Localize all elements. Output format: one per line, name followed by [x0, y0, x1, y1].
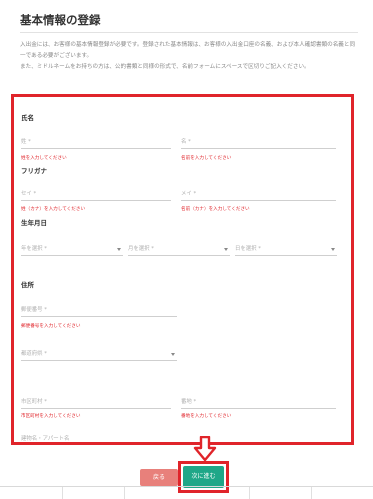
postal-code-placeholder: 郵便番号 * — [21, 307, 47, 313]
footer-grid-line — [249, 487, 250, 499]
page-title: 基本情報の登録 — [20, 13, 101, 27]
postal-code-field[interactable]: 郵便番号 * — [21, 301, 177, 317]
title-divider — [20, 32, 358, 33]
chevron-down-icon — [171, 353, 175, 356]
intro-paragraph-2: また、ミドルネームをお持ちの方は、公的書類と同様の形式で、名前フォームにスペース… — [20, 64, 310, 70]
prefecture-select[interactable]: 都道府県 * — [21, 345, 177, 361]
chevron-down-icon — [117, 248, 121, 251]
city-error: 市区町村を入力してください — [21, 414, 81, 419]
first-name-field[interactable]: 名 * — [181, 133, 336, 149]
building-field[interactable]: 建物名・アパート名 — [21, 429, 171, 445]
section-label-birthdate: 生年月日 — [21, 219, 47, 227]
next-button[interactable]: 次に進む — [183, 466, 224, 488]
street-field[interactable]: 番地 * — [181, 393, 336, 409]
city-field[interactable]: 市区町村 * — [21, 393, 171, 409]
first-name-kana-placeholder: メイ * — [181, 191, 197, 197]
section-label-address: 住所 — [21, 281, 34, 289]
footer-grid-line — [124, 487, 125, 499]
building-placeholder: 建物名・アパート名 — [21, 436, 70, 442]
footer-grid-line — [311, 487, 312, 499]
street-error: 番地を入力してください — [181, 414, 232, 419]
section-label-furigana: フリガナ — [21, 167, 47, 175]
city-placeholder: 市区町村 * — [21, 399, 47, 405]
registration-page: 基本情報の登録 入出金には、お客様の基本情報登録が必要です。登録された基本情報は… — [0, 0, 373, 499]
last-name-field[interactable]: 姓 * — [21, 133, 171, 149]
last-name-error: 姓を入力してください — [21, 156, 67, 161]
birth-year-select[interactable]: 年を選択 * — [21, 240, 123, 256]
intro-paragraph-1: 入出金には、お客様の基本情報登録が必要です。登録された基本情報は、お客様の入出金… — [20, 42, 356, 59]
footer-grid-line — [62, 487, 63, 499]
last-name-placeholder: 姓 * — [21, 139, 31, 145]
first-name-placeholder: 名 * — [181, 139, 191, 145]
prefecture-placeholder: 都道府県 * — [21, 351, 47, 357]
birth-year-placeholder: 年を選択 * — [21, 246, 47, 252]
last-name-kana-field[interactable]: セイ * — [21, 185, 171, 201]
birth-day-select[interactable]: 日を選択 * — [235, 240, 337, 256]
intro-text: 入出金には、お客様の基本情報登録が必要です。登録された基本情報は、お客様の入出金… — [20, 40, 360, 73]
chevron-down-icon — [224, 248, 228, 251]
first-name-kana-field[interactable]: メイ * — [181, 185, 336, 201]
section-label-name: 氏名 — [21, 114, 34, 122]
street-placeholder: 番地 * — [181, 399, 197, 405]
footer-divider — [0, 486, 373, 487]
last-name-kana-placeholder: セイ * — [21, 191, 37, 197]
postal-code-error: 郵便番号を入力してください — [21, 324, 81, 329]
birth-month-select[interactable]: 月を選択 * — [128, 240, 230, 256]
down-arrow-icon — [193, 436, 217, 462]
first-name-kana-error: 名前（カナ）を入力してください — [181, 207, 250, 212]
birth-month-placeholder: 月を選択 * — [128, 246, 154, 252]
chevron-down-icon — [331, 248, 335, 251]
birth-day-placeholder: 日を選択 * — [235, 246, 261, 252]
back-button[interactable]: 戻る — [140, 469, 178, 486]
last-name-kana-error: 姓（カナ）を入力してください — [21, 207, 86, 212]
first-name-error: 名前を入力してください — [181, 156, 232, 161]
